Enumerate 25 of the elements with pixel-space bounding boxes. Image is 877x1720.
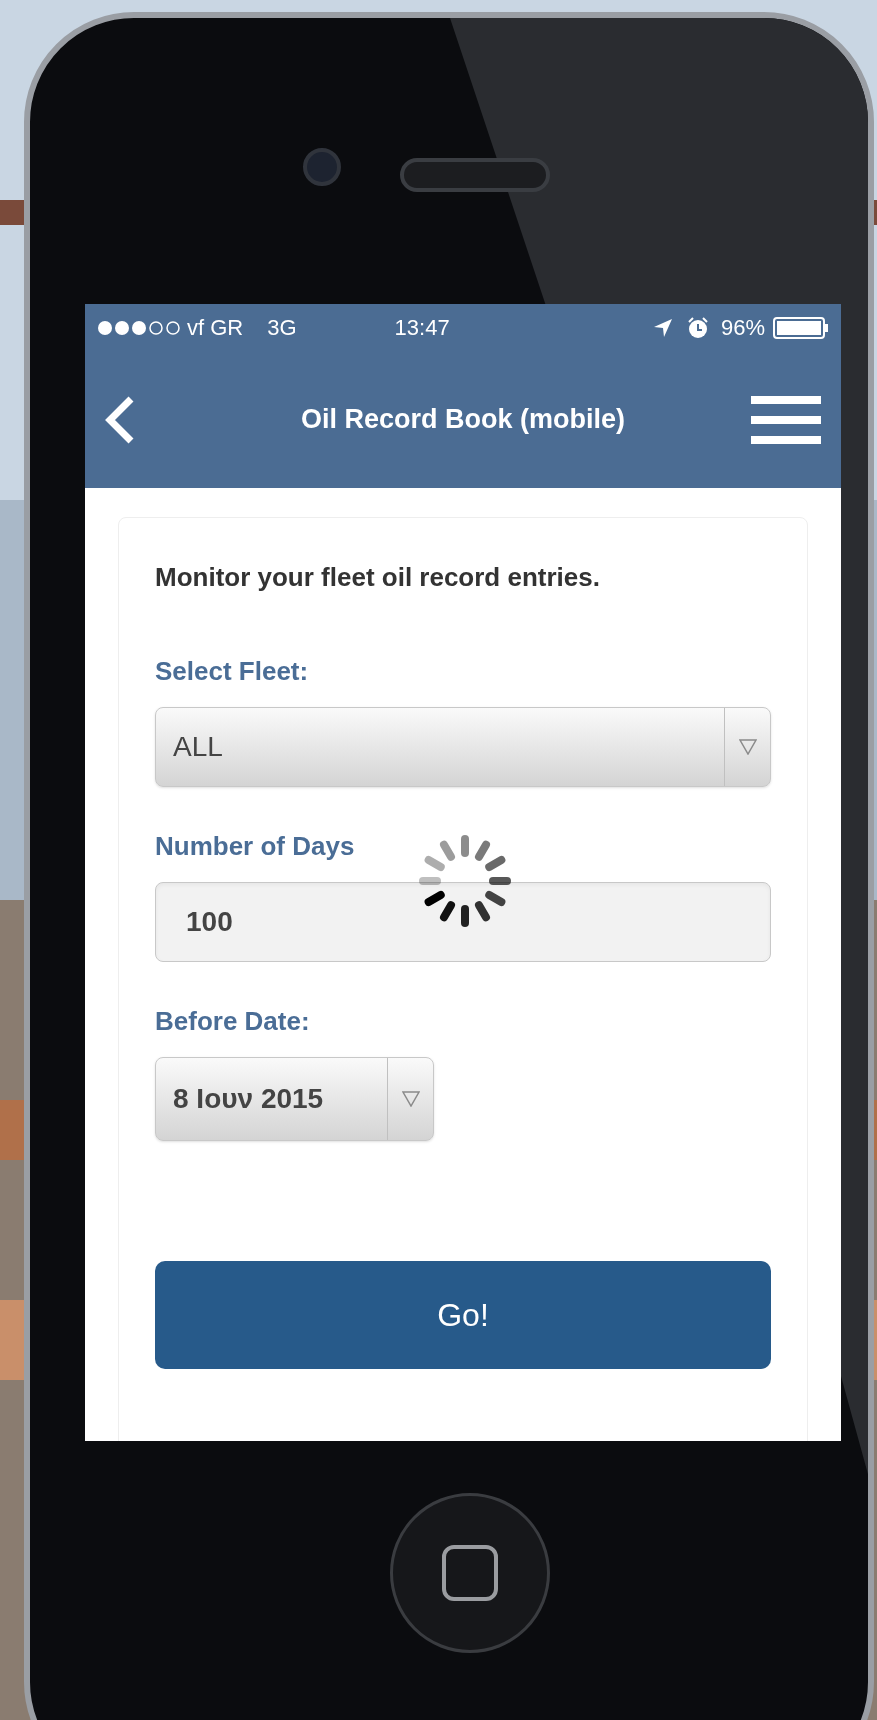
- back-icon[interactable]: [105, 395, 135, 444]
- camera-icon: [303, 148, 341, 186]
- fleet-select[interactable]: ALL: [155, 707, 771, 787]
- battery-percent: 96%: [720, 314, 765, 342]
- page-title: Oil Record Book (mobile): [301, 403, 625, 437]
- signal-icon: [97, 319, 181, 336]
- go-button[interactable]: Go!: [155, 1261, 771, 1369]
- menu-icon[interactable]: [751, 393, 821, 446]
- caret-icon: [401, 1091, 420, 1107]
- battery-icon: [773, 315, 829, 340]
- alarm-clock-icon: [686, 316, 709, 339]
- caret-icon: [738, 739, 757, 755]
- select-value: 8 Ιουν 2015: [172, 1082, 325, 1116]
- carrier-name: vf GR: [187, 314, 244, 342]
- days-input[interactable]: 100: [155, 882, 771, 962]
- field-label: Select Fleet:: [155, 655, 310, 688]
- field-label: Number of Days: [155, 830, 356, 863]
- network-type: 3G: [267, 314, 297, 342]
- intro-text: Monitor your fleet oil record entries.: [155, 561, 601, 594]
- date-select[interactable]: 8 Ιουν 2015: [155, 1057, 434, 1141]
- select-value: ALL: [172, 730, 224, 764]
- speaker-icon: [400, 158, 550, 192]
- location-arrow-icon: [652, 317, 673, 338]
- field-label: Before Date:: [155, 1005, 311, 1038]
- clock-time: 13:47: [394, 314, 450, 342]
